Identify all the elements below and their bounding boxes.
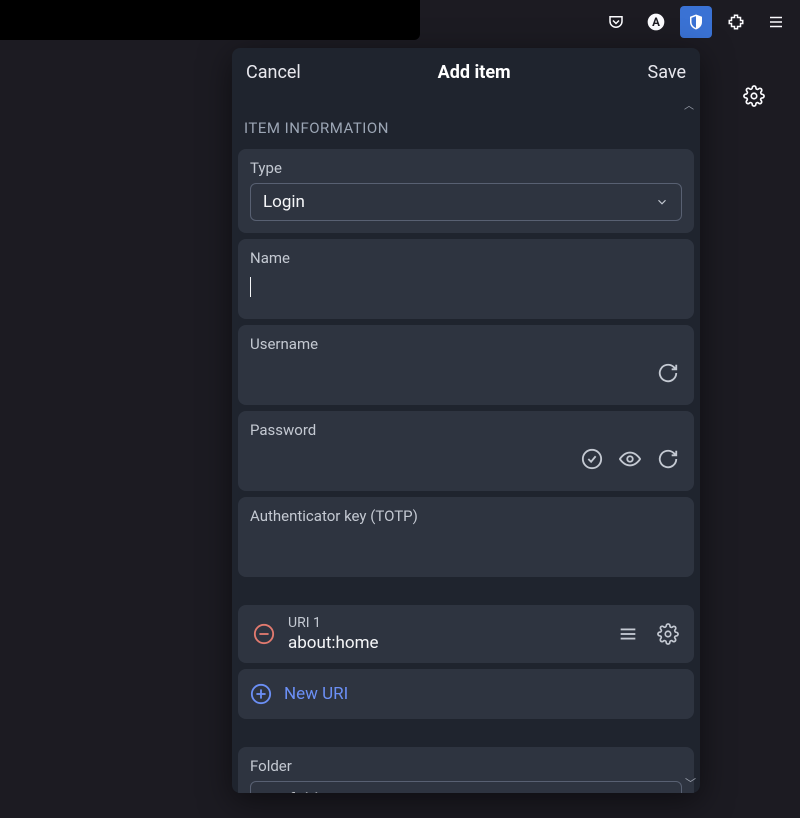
totp-field: Authenticator key (TOTP) bbox=[238, 497, 694, 577]
popup-body[interactable]: ITEM INFORMATION Type Login Name Usernam… bbox=[232, 111, 700, 793]
plus-circle-icon bbox=[250, 683, 272, 705]
username-label: Username bbox=[250, 335, 682, 353]
section-item-info: ITEM INFORMATION bbox=[238, 111, 694, 149]
popup-header: Cancel Add item Save bbox=[232, 48, 700, 97]
uri-match-icon[interactable] bbox=[614, 620, 642, 648]
pocket-icon[interactable] bbox=[600, 6, 632, 38]
folder-value: No folder bbox=[263, 790, 333, 793]
add-item-popup: Cancel Add item Save ︿ ITEM INFORMATION … bbox=[232, 48, 700, 793]
uri-value: about:home bbox=[288, 633, 604, 653]
menu-icon[interactable] bbox=[760, 6, 792, 38]
folder-field: Folder No folder bbox=[238, 747, 694, 793]
type-select[interactable]: Login bbox=[250, 183, 682, 221]
password-label: Password bbox=[250, 421, 682, 439]
type-value: Login bbox=[263, 192, 305, 212]
password-input[interactable] bbox=[250, 445, 568, 473]
type-label: Type bbox=[250, 159, 682, 177]
uri-item: URI 1 about:home bbox=[238, 605, 694, 663]
totp-label: Authenticator key (TOTP) bbox=[250, 507, 682, 525]
uri-main[interactable]: URI 1 about:home bbox=[288, 615, 604, 653]
popup-title: Add item bbox=[438, 62, 511, 83]
toggle-visibility-icon[interactable] bbox=[616, 445, 644, 473]
totp-input[interactable] bbox=[250, 531, 682, 559]
remove-uri-icon[interactable] bbox=[250, 620, 278, 648]
uri-label: URI 1 bbox=[288, 615, 604, 631]
bitwarden-shield-icon[interactable] bbox=[680, 6, 712, 38]
svg-text:A: A bbox=[652, 15, 660, 29]
cancel-button[interactable]: Cancel bbox=[246, 62, 301, 83]
text-cursor bbox=[250, 277, 251, 297]
name-input[interactable] bbox=[261, 273, 682, 301]
gear-icon[interactable] bbox=[738, 80, 770, 112]
new-uri-label: New URI bbox=[284, 684, 348, 704]
url-bar[interactable] bbox=[0, 0, 420, 40]
name-field: Name bbox=[238, 239, 694, 319]
generate-username-icon[interactable] bbox=[654, 359, 682, 387]
generate-password-icon[interactable] bbox=[654, 445, 682, 473]
name-label: Name bbox=[250, 249, 682, 267]
type-field: Type Login bbox=[238, 149, 694, 233]
letter-a-icon[interactable]: A bbox=[640, 6, 672, 38]
new-uri-button[interactable]: New URI bbox=[238, 669, 694, 719]
scroll-up-indicator: ︿ bbox=[232, 97, 700, 111]
save-button[interactable]: Save bbox=[648, 62, 687, 83]
folder-label: Folder bbox=[250, 757, 682, 775]
extensions-icon[interactable] bbox=[720, 6, 752, 38]
chevron-down-icon bbox=[655, 195, 669, 209]
uri-settings-icon[interactable] bbox=[654, 620, 682, 648]
username-field: Username bbox=[238, 325, 694, 405]
username-input[interactable] bbox=[250, 359, 644, 387]
check-password-icon[interactable] bbox=[578, 445, 606, 473]
password-field: Password bbox=[238, 411, 694, 491]
folder-select[interactable]: No folder bbox=[250, 781, 682, 793]
scroll-down-indicator: ﹀ bbox=[685, 775, 696, 791]
browser-toolbar: A bbox=[600, 6, 792, 38]
